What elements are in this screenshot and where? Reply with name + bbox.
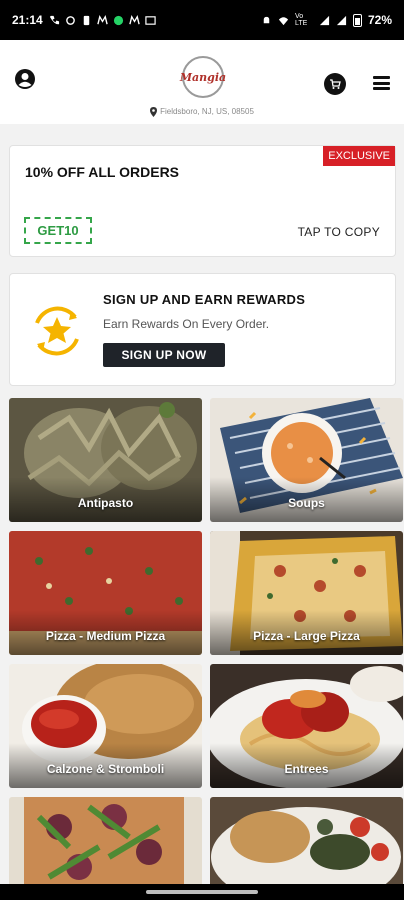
category-label: Entrees [284,762,329,776]
media-icon [145,15,156,25]
battery-icon [352,13,362,27]
logo-text: Mangia [179,70,227,84]
category-label: Calzone & Stromboli [46,762,165,776]
rewards-title: SIGN UP AND EARN REWARDS [103,292,306,307]
signal-2-icon [336,15,347,25]
status-time: 21:14 [12,13,43,27]
category-tile-calzone[interactable]: Calzone & Stromboli [9,664,202,788]
category-tile-medium-pizza[interactable]: Pizza - Medium Pizza [9,531,202,655]
coupon-title: 10% OFF ALL ORDERS [25,164,180,180]
signal-icon [319,15,330,25]
sign-up-button[interactable]: SIGN UP NOW [103,343,225,367]
whatsapp-icon [113,15,123,25]
category-label: Pizza - Medium Pizza [45,629,166,643]
category-tile-soups[interactable]: Soups [210,398,403,522]
system-nav-bar [0,884,404,900]
gmail-icon [128,14,140,24]
exclusive-badge: EXCLUSIVE [323,146,395,166]
user-icon [15,69,35,89]
rewards-card: SIGN UP AND EARN REWARDS Earn Rewards On… [9,273,396,386]
notification-icons [49,14,156,26]
category-label: Antipasto [77,496,134,510]
category-label: Soups [288,496,325,510]
tag-icon [83,15,89,25]
category-tile-8[interactable] [210,797,403,887]
category-tile-entrees[interactable]: Entrees [210,664,403,788]
coupon-card[interactable]: 10% OFF ALL ORDERS EXCLUSIVE GET10 TAP T… [9,145,396,257]
cart-button[interactable] [324,73,346,95]
category-label: Pizza - Large Pizza [253,629,360,643]
cart-icon [330,79,341,89]
phone-icon [49,15,59,24]
vegetable-entree-image [210,797,403,887]
coupon-code[interactable]: GET10 [24,217,92,244]
category-tile-antipasto[interactable]: Antipasto [9,398,202,522]
missed-call-icon [65,15,75,25]
location-text: Fieldsboro, NJ, US, 08505 [160,107,254,117]
wifi-icon [278,16,289,25]
mute-icon [263,16,270,23]
home-gesture-handle[interactable] [146,890,258,894]
category-tile-large-pizza[interactable]: Pizza - Large Pizza [210,531,403,655]
restaurant-logo[interactable]: Mangia [179,56,227,98]
battery-level: 72% [367,13,392,27]
status-bar: 21:14 Vo LTE 72% [0,0,404,40]
location-pin-icon [150,107,158,117]
rewards-star-icon [35,306,79,356]
tap-to-copy-button[interactable]: TAP TO COPY [298,225,380,239]
salad-pizza-image [9,797,202,887]
mail-icon [96,14,108,24]
network-type: Vo LTE [294,13,308,27]
app-header: Mangia Fieldsboro, NJ, US, 08505 [0,40,404,124]
menu-button[interactable] [373,76,390,90]
hamburger-icon [373,76,390,79]
rewards-subtitle: Earn Rewards On Every Order. [103,317,270,331]
location-label[interactable]: Fieldsboro, NJ, US, 08505 [0,107,404,117]
account-button[interactable] [14,68,36,95]
category-tile-7[interactable] [9,797,202,887]
